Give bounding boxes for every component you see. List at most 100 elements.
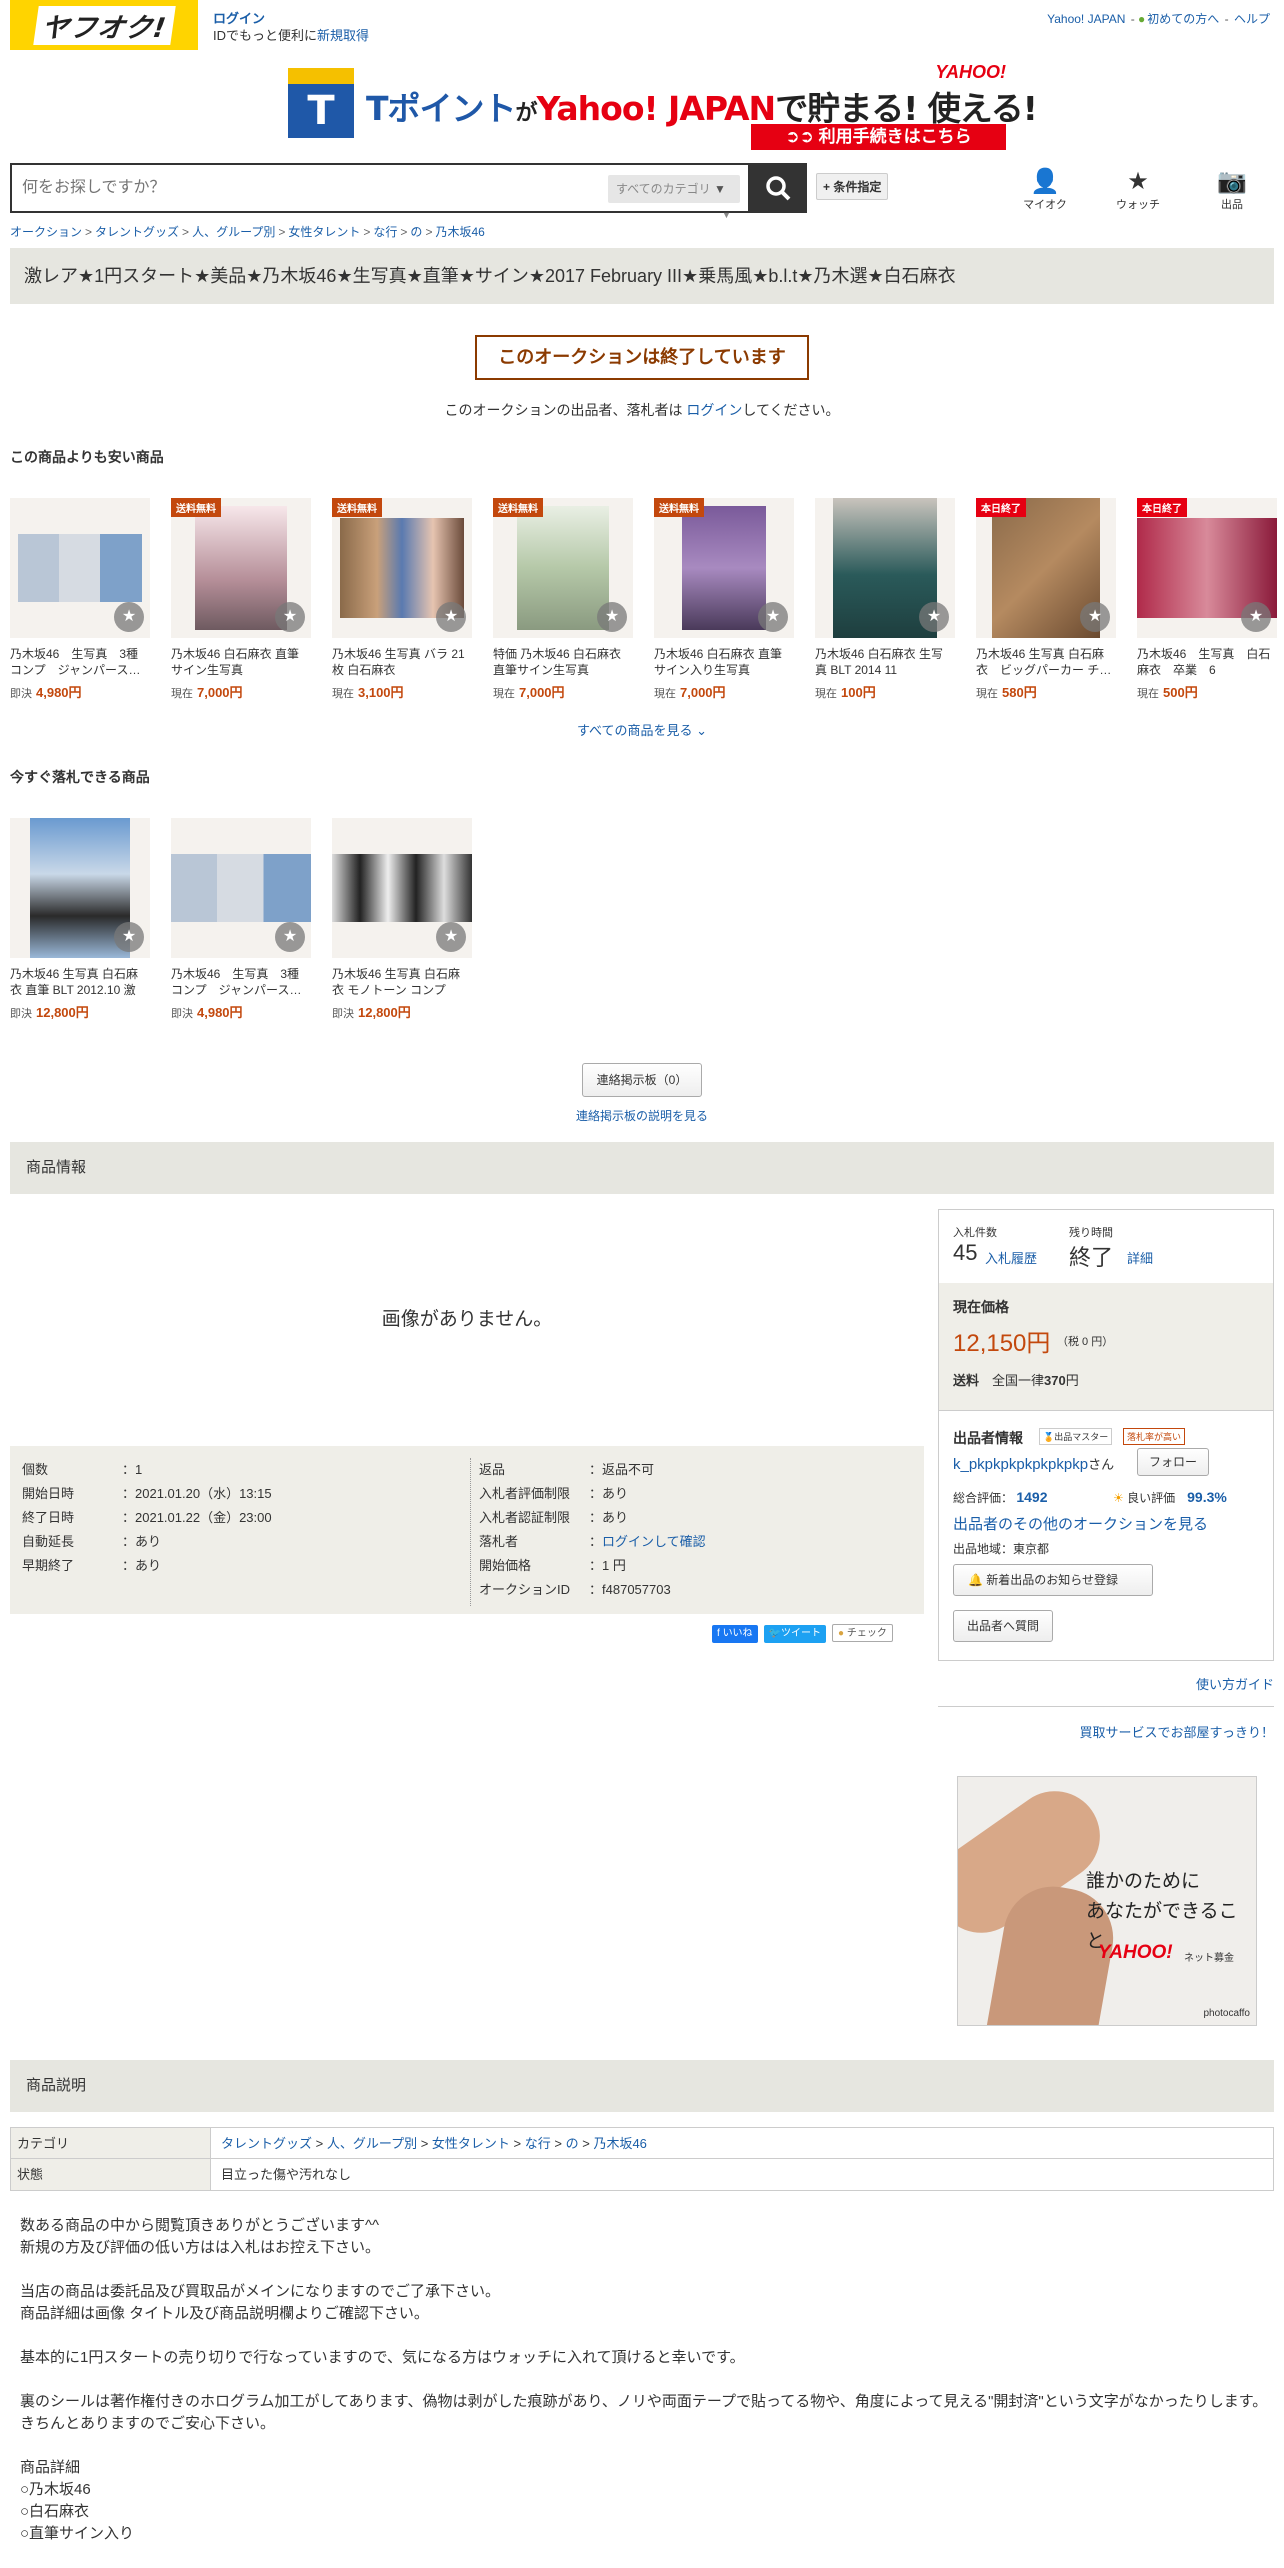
search-input[interactable] xyxy=(22,179,592,197)
breadcrumb-item[interactable]: な行 xyxy=(373,225,397,239)
login-note-link[interactable]: ログイン xyxy=(686,402,742,418)
watch-star-icon[interactable]: ★ xyxy=(1080,602,1110,632)
watch-star-icon[interactable]: ★ xyxy=(114,922,144,952)
breadcrumb-item[interactable]: タレントグッズ xyxy=(95,225,179,239)
item-card[interactable]: 送料無料 ★ 乃木坂46 白石麻衣 直筆サイン生写真 現在 7,000円 xyxy=(171,498,311,701)
item-price: 現在 7,000円 xyxy=(493,685,565,700)
watch-star-icon[interactable]: ★ xyxy=(758,602,788,632)
item-card[interactable]: 送料無料 ★ 乃木坂46 白石麻衣 直筆サイン入り生写真 現在 7,000円 xyxy=(654,498,794,701)
new-listing-notify-button[interactable]: 🔔 新着出品のお知らせ登録 xyxy=(953,1564,1153,1596)
time-detail-link[interactable]: 詳細 xyxy=(1127,1248,1153,1267)
message-board-button[interactable]: 連絡掲示板（0） xyxy=(582,1063,702,1097)
banner-signup-button[interactable]: ➲➲ 利用手続きはこちら xyxy=(751,124,1006,150)
watch-star-icon[interactable]: ★ xyxy=(919,602,949,632)
category-select[interactable]: すべてのカテゴリ ▼ xyxy=(608,175,740,203)
detail-row: 終了日時 ：2021.01.22（金）23:00 xyxy=(22,1510,272,1525)
breadcrumb-item[interactable]: の xyxy=(410,225,422,239)
rating-link[interactable]: 1492 xyxy=(1016,1489,1047,1505)
ending-today-badge: 本日終了 xyxy=(976,498,1026,517)
item-card[interactable]: 本日終了 ★ 乃木坂46 生写真 白石麻衣 ビッグパーカー チ… 現在 580円 xyxy=(976,498,1116,701)
winner-login-link[interactable]: ログインして確認 xyxy=(602,1534,706,1549)
category-path: タレントグッズ > 人、グループ別 > 女性タレント > な行 > の > 乃木… xyxy=(221,2136,647,2151)
item-card[interactable]: 送料無料 ★ 乃木坂46 生写真 バラ 21枚 白石麻衣 現在 3,100円 xyxy=(332,498,472,701)
tweet-button[interactable]: 🐦ツイート xyxy=(763,1625,827,1643)
see-all-items-link[interactable]: すべての商品を見る ⌄ xyxy=(0,720,1284,739)
search-conditions-button[interactable]: + 条件指定 xyxy=(816,173,889,200)
seller-name-link[interactable]: k_pkpkpkpkpkpkpkp xyxy=(953,1456,1088,1473)
login-area: ログイン IDでもっと便利に新規取得 xyxy=(213,10,369,44)
item-card[interactable]: 送料無料 ★ 特価 乃木坂46 白石麻衣 直筆サイン生写真 現在 7,000円 xyxy=(493,498,633,701)
help-link[interactable]: ヘルプ xyxy=(1234,12,1270,26)
beginner-leaf-icon: ● xyxy=(1138,12,1146,26)
myauc-button[interactable]: 👤 マイオク xyxy=(1015,168,1075,212)
item-image: 送料無料 ★ xyxy=(493,498,633,638)
item-card[interactable]: ★ 乃木坂46 生写真 白石麻衣 モノトーン コンプ 即決 12,800円 xyxy=(332,818,472,1021)
no-image-placeholder: 画像がありません。 xyxy=(381,1309,553,1330)
buy-now-heading: 今すぐ落札できる商品 xyxy=(10,769,150,785)
item-card[interactable]: ★ 乃木坂46 生写真 3種コンプ ジャンパース… 即決 4,980円 xyxy=(10,498,150,701)
auction-status-panel: 入札件数 45 入札履歴 残り時間 終了 詳細 現在価格 12,150円 （税 … xyxy=(938,1209,1274,1661)
watch-star-icon[interactable]: ★ xyxy=(436,922,466,952)
category-link[interactable]: の xyxy=(566,2136,579,2151)
category-table: カテゴリ タレントグッズ > 人、グループ別 > 女性タレント > な行 > の… xyxy=(10,2127,1274,2191)
watch-star-icon[interactable]: ★ xyxy=(436,602,466,632)
category-link[interactable]: 乃木坂46 xyxy=(593,2136,646,2151)
register-link[interactable]: 新規取得 xyxy=(317,28,369,43)
category-link[interactable]: タレントグッズ xyxy=(221,2136,312,2151)
follow-button[interactable]: フォロー xyxy=(1137,1448,1209,1476)
ask-seller-button[interactable]: 出品者へ質問 xyxy=(953,1610,1053,1642)
bidder-rating-limit-link[interactable]: 入札者評価制限 xyxy=(479,1482,589,1506)
current-price: 12,150円 xyxy=(953,1330,1051,1357)
watch-button[interactable]: ★ ウォッチ xyxy=(1108,168,1168,212)
category-link[interactable]: な行 xyxy=(525,2136,551,2151)
seller-info-label: 出品者情報 xyxy=(953,1430,1023,1446)
item-card[interactable]: ★ 乃木坂46 生写真 白石麻衣 直筆 BLT 2012.10 激レ… 即決12,8… xyxy=(10,818,150,1021)
breadcrumb-item[interactable]: 女性タレント xyxy=(288,225,360,239)
seller-master-badge: 🏅出品マスター xyxy=(1039,1428,1113,1445)
item-image: ★ xyxy=(10,498,150,638)
breadcrumb-item[interactable]: 乃木坂46 xyxy=(435,225,484,239)
seller-other-auctions-link[interactable]: 出品者のその他のオークションを見る xyxy=(953,1513,1208,1534)
free-shipping-badge: 送料無料 xyxy=(171,498,221,517)
buyback-service-link[interactable]: 買取サービスでお部屋すっきり！ xyxy=(1080,1722,1274,1741)
category-link[interactable]: 人、グループ別 xyxy=(327,2136,417,2151)
first-time-link[interactable]: 初めての方へ xyxy=(1147,12,1219,26)
watch-star-icon[interactable]: ★ xyxy=(1241,602,1271,632)
watch-star-icon[interactable]: ★ xyxy=(275,922,305,952)
high-win-rate-badge: 落札率が高い xyxy=(1123,1428,1186,1445)
auction-ended-box: このオークションは終了しています xyxy=(475,335,809,380)
search-button[interactable] xyxy=(748,165,807,211)
watch-star-icon[interactable]: ★ xyxy=(114,602,144,632)
auto-extend-link[interactable]: 自動延長 xyxy=(22,1530,122,1554)
bid-history-link[interactable]: 入札履歴 xyxy=(985,1248,1037,1267)
chevron-down-icon: ⌄ xyxy=(696,723,708,738)
item-image: ★ xyxy=(332,818,472,958)
charity-ad[interactable]: 誰かのために あなたができること YAHOO! ネット募金 photocaffo xyxy=(957,1776,1257,2026)
watch-star-icon[interactable]: ★ xyxy=(275,602,305,632)
user-guide-link[interactable]: 使い方ガイド xyxy=(1196,1674,1274,1693)
breadcrumb-item[interactable]: オークション xyxy=(10,225,82,239)
item-price: 即決 12,800円 xyxy=(10,1005,89,1020)
item-price: 現在 7,000円 xyxy=(654,685,726,700)
mixi-check-button[interactable]: ● チェック xyxy=(832,1624,893,1642)
item-card[interactable]: 本日終了 ★ 乃木坂46 生写真 白石麻衣 卒業 6 現在 500円 xyxy=(1137,498,1277,701)
yahoo-japan-link[interactable]: Yahoo! JAPAN xyxy=(1047,12,1125,26)
early-end-link[interactable]: 早期終了 xyxy=(22,1554,122,1578)
ad-yahoo-logo: YAHOO! xyxy=(1098,1942,1173,1963)
tpoint-banner[interactable]: T TポイントがYahoo! JAPANで貯まる! 使える! YAHOO! ➲➲… xyxy=(288,62,1038,152)
bidder-auth-limit-link[interactable]: 入札者認証制限 xyxy=(479,1506,589,1530)
item-card[interactable]: ★ 乃木坂46 生写真 3種コンプ ジャンパース… 即決 4,980円 xyxy=(171,818,311,1021)
person-icon: 👤 xyxy=(1030,168,1060,195)
sell-button[interactable]: 📷 出品 xyxy=(1202,168,1262,212)
item-card[interactable]: ★ 乃木坂46 白石麻衣 生写真 BLT 2014 11 現在 100円 xyxy=(815,498,955,701)
double-arrow-icon: ➲➲ xyxy=(785,127,819,146)
breadcrumb-item[interactable]: 人、グループ別 xyxy=(192,225,275,239)
buy-now-list: ★ 乃木坂46 生写真 白石麻衣 直筆 BLT 2012.10 激レ… 即決12,8… xyxy=(10,818,472,1021)
facebook-like-button[interactable]: f いいね xyxy=(712,1625,758,1643)
yafuoku-logo[interactable]: ヤフオク! xyxy=(10,0,198,50)
watch-star-icon[interactable]: ★ xyxy=(597,602,627,632)
login-link[interactable]: ログイン xyxy=(213,10,369,27)
category-link[interactable]: 女性タレント xyxy=(432,2136,510,2151)
price-area: 現在価格 12,150円 （税 0 円） 送料 全国一律370円 xyxy=(939,1283,1273,1411)
seller-name: k_pkpkpkpkpkpkpkpさん xyxy=(953,1456,1115,1473)
